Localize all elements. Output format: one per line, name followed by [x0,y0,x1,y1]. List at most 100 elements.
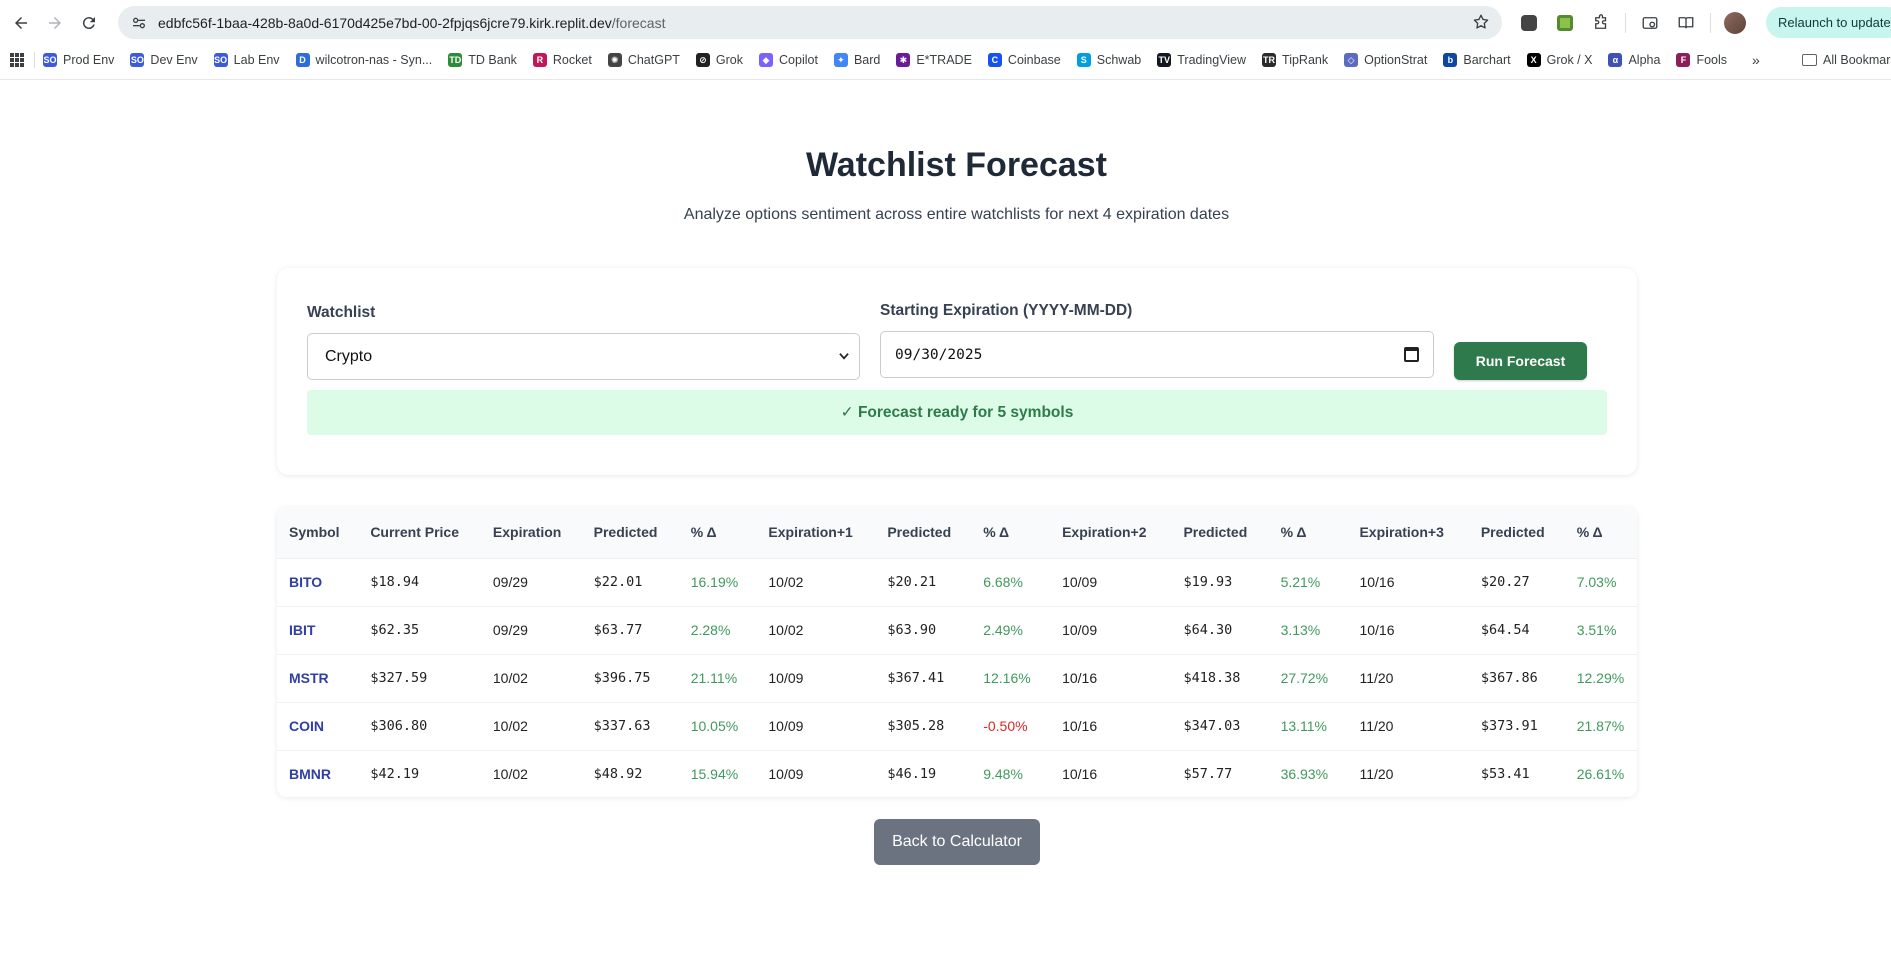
back-arrow-icon[interactable] [4,6,38,40]
bookmark-item[interactable]: ◆ Copilot [759,53,818,67]
bookmark-item[interactable]: C Coinbase [987,53,1061,67]
forecast-form-card: Watchlist Crypto Starting Expiration (YY… [277,268,1637,475]
predicted-price-cell: $57.77 [1183,766,1233,783]
predicted-price-cell: $396.75 [593,670,651,686]
percent-change-cell: 12.29% [1576,670,1625,686]
reload-icon[interactable] [72,6,106,40]
bookmark-label: TD Bank [468,53,517,67]
bookmark-item[interactable]: α Alpha [1608,53,1660,67]
bookmark-item[interactable]: TV TradingView [1157,53,1246,67]
column-header: Symbol [289,524,340,541]
bookmark-item[interactable]: ◇ OptionStrat [1344,53,1427,67]
rocket-icon: R [532,53,547,67]
percent-change-cell: 2.28% [690,622,731,638]
site-settings-icon[interactable] [124,15,154,31]
expiration-cell: 10/09 [768,766,804,783]
current-price-cell: $306.80 [370,718,428,734]
all-bookmarks-label: All Bookmarks [1823,53,1891,67]
predicted-price-cell: $373.91 [1480,718,1538,734]
reading-list-icon[interactable] [1671,8,1701,38]
more-bookmarks-chevron-icon[interactable]: » [1752,52,1760,68]
expiration-cell: 09/29 [492,574,528,590]
predicted-price-cell: $347.03 [1183,718,1241,734]
percent-change-cell: 3.51% [1576,622,1617,638]
bookmark-item[interactable]: Dwilcotron-nas - Syn... [295,53,432,67]
symbol-cell[interactable]: COIN [277,702,358,750]
symbol-cell[interactable]: IBIT [277,606,358,654]
profile-avatar[interactable] [1724,11,1746,34]
bookmark-label: Prod Env [63,53,115,67]
bookmark-label: Copilot [779,53,818,67]
bookmark-item[interactable]: F Fools [1676,53,1727,67]
symbol-cell[interactable]: BMNR [277,750,358,797]
expiration-cell: 10/02 [492,718,528,734]
predicted-price-cell: $305.28 [887,718,945,734]
percent-change-cell: 15.94% [690,766,739,783]
bookmark-label: Coinbase [1007,53,1061,67]
chatgpt-extension-icon[interactable] [1514,8,1544,38]
all-bookmarks-button[interactable]: All Bookmarks [1802,46,1891,74]
column-header: Predicted [1183,524,1248,541]
expiration-cell: 10/09 [768,670,804,686]
bookmark-item[interactable]: TD TD Bank [448,53,517,67]
percent-change-cell: 6.68% [983,574,1023,590]
expiration-cell: 10/02 [492,766,528,783]
expiration-date-input[interactable]: 09/30/2025 [880,331,1434,378]
apps-grid-icon[interactable] [0,53,34,67]
column-header: Predicted [1480,524,1545,541]
symbol-cell[interactable]: MSTR [277,654,358,702]
bookmark-item[interactable]: b Barchart [1443,53,1511,67]
alpha-icon: α [1608,53,1623,67]
bookmark-item[interactable]: ✱ E*TRADE [896,53,972,67]
run-forecast-button[interactable]: Run Forecast [1454,342,1587,380]
td-icon: TD [448,53,463,67]
bookmark-item[interactable]: ⊘ Grok [695,53,743,67]
bookmark-label: Schwab [1096,53,1142,67]
column-header: Expiration [492,524,562,541]
bookmark-item[interactable]: X Grok / X [1526,53,1592,67]
forward-arrow-icon[interactable] [38,6,72,40]
percent-change-cell: 21.11% [690,670,738,686]
browser-toolbar: edbfc56f-1baa-428b-8a0d-6170d425e7bd-00-… [0,0,1891,46]
green-extension-icon[interactable] [1550,8,1580,38]
calendar-icon[interactable] [1404,347,1419,362]
predicted-price-cell: $63.90 [887,622,937,638]
bard-icon: ✦ [833,53,848,67]
back-to-calculator-button[interactable]: Back to Calculator [874,819,1040,865]
table-row: BITO $18.94 09/29 $22.01 16.19% 10/02 $20.21 6.… [277,558,1637,606]
watchlist-selected-value: Crypto [325,347,373,365]
address-bar[interactable]: edbfc56f-1baa-428b-8a0d-6170d425e7bd-00-… [118,6,1502,39]
url-text: edbfc56f-1baa-428b-8a0d-6170d425e7bd-00-… [158,15,665,31]
bookmark-item[interactable]: S Schwab [1076,53,1142,67]
expiration-cell: 11/20 [1359,766,1394,783]
symbol-cell[interactable]: BITO [277,558,358,606]
tab-search-icon[interactable] [1635,8,1665,38]
chevron-down-icon [839,353,849,360]
bookmark-item[interactable]: SO Prod Env [43,53,114,67]
table-body: BITO $18.94 09/29 $22.01 16.19% 10/02 $20.21 6.… [277,558,1637,797]
bookmark-star-icon[interactable] [1472,13,1490,36]
fools-icon: F [1676,53,1691,67]
percent-change-cell: 26.61% [1576,766,1625,783]
so-icon: SO [213,53,228,67]
bookmark-label: OptionStrat [1364,53,1428,67]
predicted-price-cell: $367.41 [887,670,945,686]
page-subtitle: Analyze options sentiment across entire … [683,206,1230,223]
bookmark-item[interactable]: R Rocket [532,53,592,67]
predicted-price-cell: $63.77 [593,622,643,638]
current-price-cell: $327.59 [370,670,428,686]
puzzle-extensions-icon[interactable] [1586,8,1616,38]
relaunch-button[interactable]: Relaunch to update [1766,7,1891,38]
watchlist-select[interactable]: Crypto [307,333,860,380]
bookmark-item[interactable]: ✺ ChatGPT [607,53,680,67]
chatgpt-icon: ✺ [607,53,622,67]
bookmark-item[interactable]: ✦ Bard [833,53,880,67]
expiration-cell: 10/16 [1062,766,1098,783]
bookmark-item[interactable]: SO Dev Env [130,53,198,67]
predicted-price-cell: $53.41 [1480,766,1530,783]
bookmark-item[interactable]: SO Lab Env [213,53,280,67]
table-row: BMNR $42.19 10/02 $48.92 15.94% 10/09 $46.19 9.… [277,750,1637,797]
expiration-date-value: 09/30/2025 [895,346,983,363]
bookmark-item[interactable]: TR TipRank [1262,53,1328,67]
percent-change-cell: 9.48% [983,766,1023,783]
